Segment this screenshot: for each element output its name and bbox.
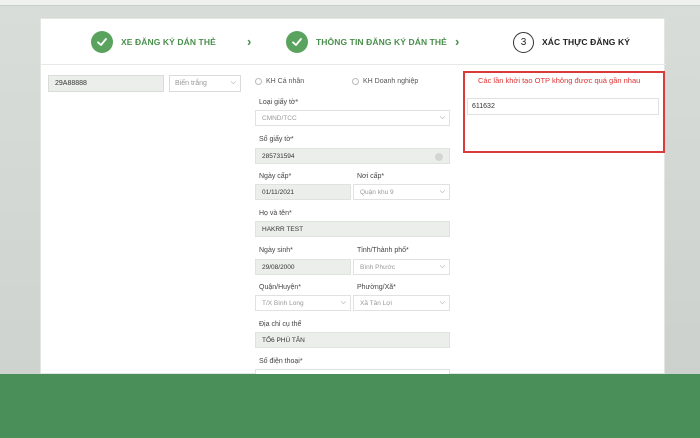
chevron-down-icon: ⌵	[439, 299, 445, 306]
ward-label: Phường/Xã*	[357, 284, 396, 291]
id-type-select[interactable]: CMND/TCC ⌵	[255, 110, 450, 126]
browser-screen: XE ĐĂNG KÝ DÁN THẺ › THÔNG TIN ĐĂNG KÝ D…	[0, 0, 700, 374]
chevron-down-icon: ⌵	[439, 114, 445, 121]
plate-type-value: Biển trắng	[175, 80, 207, 87]
district-select[interactable]: T/X Bình Long ⌵	[255, 295, 351, 311]
province-select[interactable]: Bình Phước ⌵	[353, 259, 450, 275]
issue-date-input[interactable]: 01/11/2021	[255, 184, 351, 200]
chevron-down-icon: ⌵	[340, 299, 346, 306]
step-vehicle: XE ĐĂNG KÝ DÁN THẺ	[91, 30, 216, 54]
id-number-input[interactable]: 285731594	[255, 148, 450, 164]
dob-label: Ngày sinh*	[259, 247, 293, 254]
radio-icon	[352, 78, 359, 85]
district-label: Quận/Huyện*	[259, 284, 302, 291]
step-verify: 3 XÁC THỰC ĐĂNG KÝ	[513, 30, 630, 54]
issue-place-value: Quận khu 9	[360, 189, 394, 196]
step-label: XE ĐĂNG KÝ DÁN THẺ	[121, 37, 216, 47]
radio-label: KH Doanh nghiệp	[363, 78, 419, 85]
province-value: Bình Phước	[360, 264, 395, 271]
radio-icon	[255, 78, 262, 85]
district-value: T/X Bình Long	[262, 300, 304, 307]
plate-type-select[interactable]: Biển trắng ⌵	[169, 75, 241, 92]
top-bar	[0, 0, 700, 6]
issue-place-label: Nơi cấp*	[357, 173, 385, 180]
chevron-down-icon: ⌵	[230, 79, 236, 86]
full-name-input[interactable]: HAKRR TEST	[255, 221, 450, 237]
address-input[interactable]: TỔ6 PHÚ TÂN	[255, 332, 450, 348]
province-label: Tỉnh/Thành phố*	[357, 247, 409, 254]
clear-icon[interactable]	[435, 153, 443, 161]
left-margin	[0, 6, 40, 374]
otp-error-message: Các lần khởi tạo OTP không được quá gần …	[478, 76, 641, 85]
id-number-label: Số giấy tờ*	[259, 136, 294, 143]
id-type-value: CMND/TCC	[262, 115, 297, 122]
check-icon	[286, 31, 308, 53]
radio-label: KH Cá nhân	[266, 78, 305, 85]
id-number-value: 285731594	[262, 153, 295, 160]
registration-panel: XE ĐĂNG KÝ DÁN THẺ › THÔNG TIN ĐĂNG KÝ D…	[40, 18, 666, 374]
address-label: Địa chỉ cụ thể	[259, 321, 302, 328]
check-icon	[91, 31, 113, 53]
step-number: 3	[513, 31, 534, 53]
bottom-banner	[0, 374, 700, 438]
chevron-down-icon: ⌵	[439, 188, 445, 195]
ward-value: Xã Tân Lợi	[360, 300, 392, 307]
id-type-label: Loại giấy tờ*	[259, 99, 299, 106]
otp-highlight-box: Các lần khởi tạo OTP không được quá gần …	[463, 71, 665, 153]
phone-label: Số điện thoại*	[259, 358, 303, 365]
ward-select[interactable]: Xã Tân Lợi ⌵	[353, 295, 450, 311]
stepper: XE ĐĂNG KÝ DÁN THẺ › THÔNG TIN ĐĂNG KÝ D…	[41, 19, 666, 65]
otp-input[interactable]: 611632	[467, 98, 659, 115]
chevron-down-icon: ⌵	[439, 263, 445, 270]
full-name-label: Họ và tên*	[259, 210, 292, 217]
license-plate-input[interactable]: 29A88888	[48, 75, 164, 92]
radio-individual[interactable]: KH Cá nhân	[255, 78, 304, 85]
dob-input[interactable]: 29/08/2000	[255, 259, 351, 275]
issue-date-label: Ngày cấp*	[259, 173, 292, 180]
right-margin	[664, 6, 700, 374]
chevron-right-icon: ›	[247, 34, 252, 49]
chevron-right-icon: ›	[455, 34, 460, 49]
issue-place-select[interactable]: Quận khu 9 ⌵	[353, 184, 450, 200]
radio-business[interactable]: KH Doanh nghiệp	[352, 78, 418, 85]
step-label: XÁC THỰC ĐĂNG KÝ	[542, 37, 630, 47]
step-info: THÔNG TIN ĐĂNG KÝ DÁN THẺ	[286, 30, 447, 54]
step-label: THÔNG TIN ĐĂNG KÝ DÁN THẺ	[316, 37, 447, 47]
